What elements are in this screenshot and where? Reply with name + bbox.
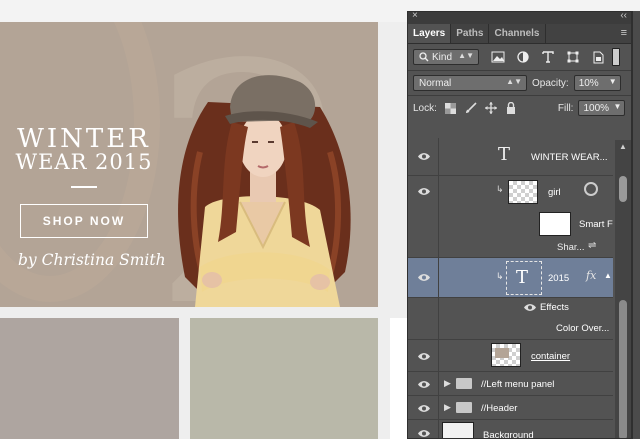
lock-row: Lock: Fill: 100% ▼ [408,96,631,120]
layer-girl[interactable]: ↳ girl Smart F Shar... ⇌ [408,176,613,258]
layer-name: container [531,351,571,362]
fill-field[interactable]: 100% ▼ [578,100,626,116]
image-filter-icon[interactable] [488,48,508,66]
chevron-down-icon: ▼ [613,102,622,111]
panel-menu-icon[interactable]: ≡ [621,27,627,39]
visibility-eye-icon[interactable] [417,404,431,413]
layer-thumbnail [491,343,521,367]
expand-triangle-icon[interactable]: ▶ [444,378,451,389]
expand-arrow-icon[interactable]: ▲ [604,271,612,280]
layers-panel: × ‹‹ Layers Paths Channels ≡ Kind ▲▼ Nor… [407,11,632,439]
scrollbar-thumb[interactable] [619,176,627,202]
group-header[interactable]: ▶ //Header [408,396,613,420]
tab-channels[interactable]: Channels [489,24,546,43]
visibility-eye-icon[interactable] [417,429,431,438]
type-layer-icon: T [498,144,511,165]
layer-color-overlay-row[interactable]: Color Over... [408,318,613,340]
visibility-eye-icon[interactable] [523,303,537,312]
fx-icon[interactable]: fx [586,269,596,282]
hero-title-line1: WINTER [17,124,151,154]
group-name: //Left menu panel [481,379,555,390]
color-overlay-label: Color Over... [556,323,610,334]
chevron-down-icon: ▲▼ [458,51,474,60]
fill-value: 100% [583,102,610,114]
layer-thumbnail [442,422,474,438]
opacity-label: Opacity: [532,77,569,89]
effects-label: Effects [540,302,569,313]
scroll-up-icon[interactable]: ▲ [619,142,627,151]
shop-now-button[interactable]: SHOP NOW [20,204,148,238]
scrollbar-thumb-lower[interactable] [619,300,627,438]
adjustment-filter-icon[interactable] [513,48,533,66]
blend-mode-dropdown[interactable]: Normal ▲▼ [413,75,527,91]
move-icon[interactable] [484,102,497,114]
layer-thumbnail [508,180,538,204]
visibility-eye-icon[interactable] [417,352,431,361]
visibility-eye-icon[interactable] [417,380,431,389]
tab-paths[interactable]: Paths [451,24,490,43]
visibility-eye-icon[interactable] [417,152,431,161]
chevron-down-icon: ▼ [608,77,617,86]
lock-icon[interactable] [505,102,517,114]
hero-title-line2: WEAR 2015 [15,150,153,174]
smart-filters-label: Smart F [579,219,613,230]
model-photo [178,75,351,307]
folder-icon [456,378,472,389]
content-tile-2 [190,318,378,439]
group-left-menu-panel[interactable]: ▶ //Left menu panel [408,372,613,396]
layer-effects-row[interactable]: Effects [408,298,613,318]
lock-transparency-icon[interactable] [445,102,457,114]
layer-name: girl [548,187,561,198]
close-icon[interactable]: × [412,12,418,21]
layer-name: Background [483,430,534,439]
layer-winter-wear[interactable]: T WINTER WEAR... [408,138,613,176]
panel-titlebar: × ‹‹ [408,12,631,24]
opacity-field[interactable]: 10% ▼ [573,75,621,91]
lock-label: Lock: [413,102,437,114]
filter-options-icon[interactable]: ⇌ [588,240,596,251]
brush-icon[interactable] [465,102,477,114]
blend-row: Normal ▲▼ Opacity: 10% ▼ [408,71,631,95]
layer-name: WINTER WEAR... [531,152,608,163]
layer-container[interactable]: container [408,340,613,372]
kind-filter-label: Kind [432,51,453,63]
layer-background[interactable]: Background [408,420,613,439]
hero-byline: by Christina Smith [18,251,166,269]
sharpen-filter-label: Shar... [557,242,585,253]
folder-icon [456,402,472,413]
group-name: //Header [481,403,518,414]
filter-icons [488,48,608,66]
hero-divider [71,186,97,188]
layers-list: T WINTER WEAR... ↳ girl Smart F Shar... … [408,138,631,439]
shape-filter-icon[interactable] [563,48,583,66]
visibility-eye-icon[interactable] [417,187,431,196]
layers-scrollbar[interactable]: ▲ [615,140,631,438]
layer-name: 2015 [548,273,570,284]
content-tile-1 [0,318,179,439]
smart-object-filter-icon[interactable] [588,48,608,66]
smart-object-badge-icon [584,182,598,196]
filter-row: Kind ▲▼ [408,44,631,70]
tab-layers[interactable]: Layers [408,24,452,43]
search-icon [419,52,429,62]
layer-2015[interactable]: ↳ T 2015 fx ▲ [408,258,613,298]
chevron-down-icon: ▲▼ [506,77,522,86]
fill-label: Fill: [557,102,574,114]
clipping-arrow-icon: ↳ [496,184,504,194]
type-layer-icon: T [516,267,529,288]
secondary-panel-edge [632,11,640,439]
expand-triangle-icon[interactable]: ▶ [444,402,451,413]
kind-filter-dropdown[interactable]: Kind ▲▼ [413,49,479,65]
collapse-icon[interactable]: ‹‹ [620,12,627,21]
type-filter-icon[interactable] [538,48,558,66]
visibility-eye-icon[interactable] [417,273,431,282]
filter-toggle-switch[interactable] [612,48,620,66]
hero-banner: 2 WINTER WEAR 2015 SHOP [0,22,378,307]
panel-tabs: Layers Paths Channels ≡ [408,24,631,44]
clipping-arrow-icon: ↳ [496,271,504,281]
smart-filter-mask-thumbnail [539,212,571,236]
lock-icons [445,102,517,114]
opacity-value: 10% [578,77,599,89]
blend-mode-value: Normal [419,77,452,89]
